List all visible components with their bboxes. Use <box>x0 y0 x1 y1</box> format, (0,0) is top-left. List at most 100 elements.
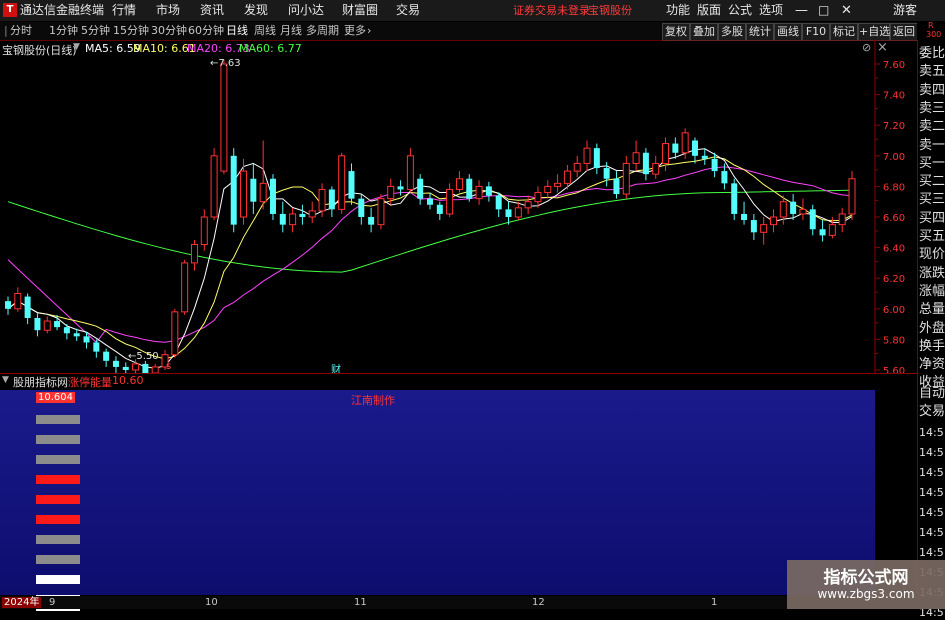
menu-jiaoyi[interactable]: 交易 <box>396 0 420 21</box>
indicator-param-value: 10.60 <box>112 374 144 387</box>
indicator-name[interactable]: 股朋指标网 <box>13 374 68 390</box>
candle-body-down <box>142 363 149 374</box>
trade-time-1: 14:5 <box>919 446 944 459</box>
minimize-icon[interactable]: — <box>795 0 808 21</box>
period-monthly[interactable]: 月线 <box>280 22 302 40</box>
candle-body-up <box>828 224 836 236</box>
menu-xuanxiang[interactable]: 选项 <box>759 0 783 21</box>
menu-gongshi[interactable]: 公式 <box>728 0 752 21</box>
candle-body-down <box>466 178 473 199</box>
btn-huaxian[interactable]: 画线 <box>774 23 802 41</box>
candle-body-up <box>240 170 248 218</box>
period-30min[interactable]: 30分钟 <box>151 22 187 40</box>
user-guest[interactable]: 游客 <box>893 0 917 21</box>
candle-body-up <box>338 155 346 210</box>
candle-body-up <box>475 185 483 200</box>
btn-duogu[interactable]: 多股 <box>718 23 746 41</box>
candle-body-up <box>769 216 777 226</box>
period-fenshi[interactable]: 分时 <box>10 22 32 40</box>
watermark-url: www.zbgs3.com <box>817 587 915 601</box>
candle-body-up <box>220 63 228 172</box>
quote-r-label: R <box>928 21 934 30</box>
btn-add-favorite[interactable]: +自选 <box>858 23 890 41</box>
panel-close-icon[interactable]: × <box>877 40 888 55</box>
btn-fuquan[interactable]: 复权 <box>662 23 690 41</box>
menu-banmian[interactable]: 版面 <box>697 0 721 21</box>
indicator-bar-gray <box>36 415 80 424</box>
menu-gongneng[interactable]: 功能 <box>666 0 690 21</box>
indicator-collapse-icon[interactable]: ▼ <box>2 375 9 385</box>
period-60min[interactable]: 60分钟 <box>188 22 224 40</box>
period-5min[interactable]: 5分钟 <box>81 22 110 40</box>
settings-icon[interactable]: ⊘ <box>862 41 871 54</box>
price-axis-label: 5.80 <box>883 335 905 346</box>
period-more[interactable]: 更多 <box>344 22 366 40</box>
candle-body-down <box>269 178 276 214</box>
period-daily[interactable]: 日线 <box>226 22 248 40</box>
maximize-icon[interactable]: □ <box>818 0 829 21</box>
btn-diejia[interactable]: 叠加 <box>690 23 718 41</box>
period-1min[interactable]: 1分钟 <box>49 22 78 40</box>
login-status[interactable]: 证券交易未登录 <box>513 0 590 21</box>
quote-label-11: 现价 <box>919 247 945 263</box>
menu-faxian[interactable]: 发现 <box>244 0 268 21</box>
candle-body-down <box>93 342 100 352</box>
price-axis-label: 6.00 <box>883 305 905 316</box>
candle-body-down <box>112 360 119 367</box>
indicator-bar-red <box>36 515 80 524</box>
quote-label-9: 买四 <box>919 210 945 226</box>
menu-wenxiaoda[interactable]: 问小达 <box>288 0 324 21</box>
close-icon[interactable]: ✕ <box>841 0 852 21</box>
btn-back[interactable]: 返回 <box>890 23 918 41</box>
menu-caifuquan[interactable]: 财富圈 <box>342 0 378 21</box>
quote-label-17: 净资 <box>919 357 945 373</box>
collapse-triangle-icon[interactable]: ▼ <box>73 42 80 52</box>
quote-label-12: 涨跌 <box>919 265 945 281</box>
watermark-title: 指标公式网 <box>823 568 909 588</box>
period-multi[interactable]: 多周期 <box>306 22 339 40</box>
price-axis-label: 7.00 <box>883 152 905 163</box>
quote-label-1: 卖五 <box>919 64 945 80</box>
indicator-bar-red <box>36 495 80 504</box>
menu-shichang[interactable]: 市场 <box>156 0 180 21</box>
btn-tongji[interactable]: 统计 <box>746 23 774 41</box>
candle-body-down <box>495 195 502 210</box>
quote-label-20[interactable]: 交易 <box>919 404 945 420</box>
candle-body-up <box>573 162 581 172</box>
btn-biaoji[interactable]: 标记 <box>830 23 858 41</box>
candle-body-down <box>34 317 41 331</box>
quote-label-19[interactable]: 自动 <box>919 386 945 402</box>
candle-body-down <box>83 336 90 343</box>
menu-hangqing[interactable]: 行情 <box>112 0 136 21</box>
candle-body-down <box>63 327 70 334</box>
menu-zixun[interactable]: 资讯 <box>200 0 224 21</box>
candle-body-down <box>485 186 492 196</box>
date-month-9: 9 <box>49 597 56 608</box>
indicator-center-text: 江南制作 <box>351 394 395 407</box>
indicator-bar-red <box>36 475 80 484</box>
date-month-12: 12 <box>532 597 545 608</box>
indicator-bar-gray <box>36 555 80 564</box>
quote-top-num: 300 <box>926 30 942 39</box>
indicator-bar-gray <box>36 435 80 444</box>
candle-body-up <box>455 178 463 190</box>
btn-f10[interactable]: F10 <box>802 23 830 41</box>
current-stock[interactable]: 宝钢股份 <box>588 0 632 21</box>
candle-body-up <box>622 162 630 195</box>
candle-body-down <box>417 178 424 199</box>
candle-body-down <box>701 155 708 159</box>
candle-body-down <box>819 229 826 236</box>
chevron-right-icon[interactable]: › <box>367 22 371 40</box>
candle-body-up <box>662 143 670 164</box>
indicator-panel[interactable] <box>0 390 875 595</box>
period-weekly[interactable]: 周线 <box>254 22 276 40</box>
event-marker-s[interactable]: s <box>166 361 171 372</box>
candle-body-up <box>210 155 218 218</box>
period-15min[interactable]: 15分钟 <box>113 22 149 40</box>
candle-body-down <box>613 178 620 195</box>
candle-body-up <box>563 170 571 184</box>
candle-body-up <box>446 188 454 215</box>
quote-label-7: 买二 <box>919 174 945 190</box>
candle-body-up <box>377 198 385 226</box>
candle-body-up <box>779 201 787 218</box>
